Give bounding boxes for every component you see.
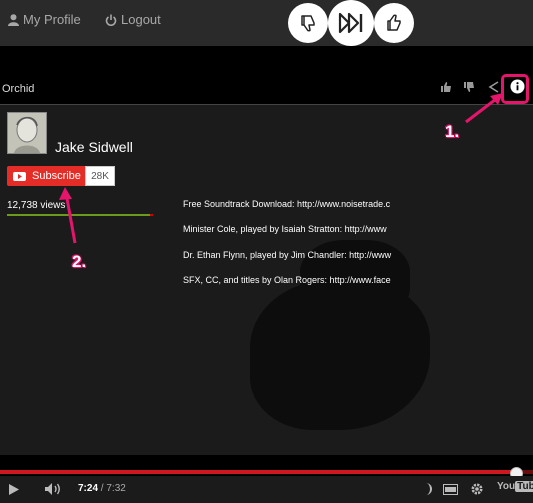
youtube-logo[interactable]: YouTube <box>497 481 533 492</box>
annotations-icon[interactable] <box>422 482 432 496</box>
progress-fill <box>0 470 516 474</box>
volume-icon[interactable] <box>44 482 62 496</box>
time-display: 7:24 / 7:32 <box>78 483 126 494</box>
play-icon[interactable] <box>8 483 20 496</box>
annotation-label-1: 1. <box>445 122 460 141</box>
current-time: 7:24 <box>78 483 99 494</box>
player-controls: 7:24 / 7:32 YouTube <box>0 476 533 503</box>
settings-gear-icon[interactable] <box>470 482 484 496</box>
duration: 7:32 <box>106 483 126 494</box>
logo-tube: Tube <box>515 481 533 492</box>
theater-mode-icon[interactable] <box>443 484 458 495</box>
annotation-label-2: 2. <box>72 252 87 271</box>
progress-bar[interactable] <box>0 470 533 474</box>
logo-you: You <box>497 481 516 492</box>
